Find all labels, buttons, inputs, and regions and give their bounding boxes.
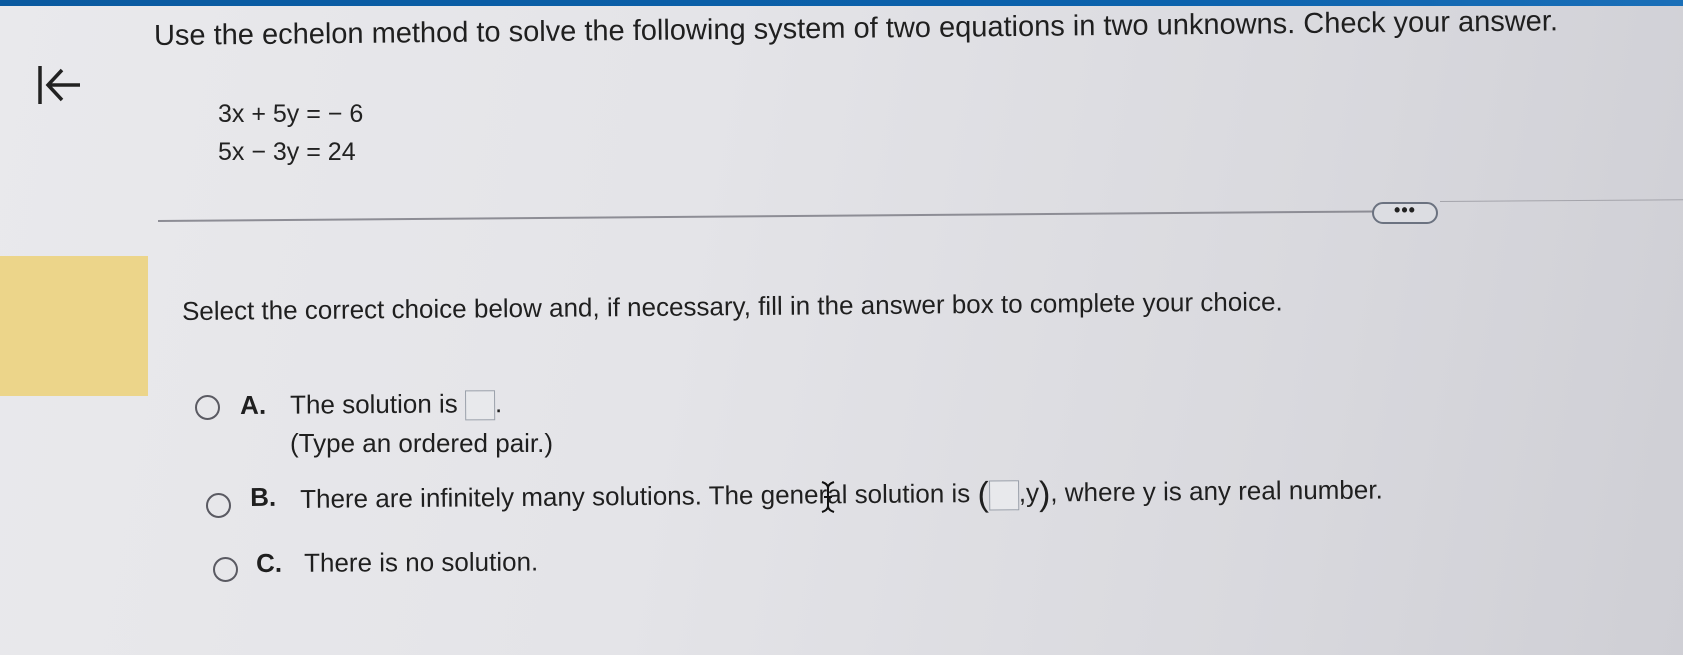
- choice-b-paren-open: (: [977, 475, 989, 514]
- choice-b-text: There are infinitely many solutions. The…: [300, 472, 1383, 520]
- divider: [157, 210, 1375, 222]
- top-bar: [0, 0, 1683, 6]
- choice-a-answer-box[interactable]: [464, 390, 496, 421]
- choice-c-letter: C.: [256, 547, 283, 578]
- more-options-button[interactable]: •••: [1372, 201, 1438, 224]
- equation-1: 3x + 5y = − 6: [218, 100, 364, 128]
- choice-a-hint: (Type an ordered pair.): [290, 428, 554, 458]
- instruction-text: Select the correct choice below and, if …: [181, 286, 1283, 326]
- equation-system: 3x + 5y = − 6 5x − 3y = 24: [218, 95, 363, 171]
- choice-b-y: ,y: [1018, 477, 1040, 508]
- choice-b-letter: B.: [250, 481, 277, 512]
- choice-b-radio[interactable]: [206, 493, 231, 518]
- choice-b-answer-box[interactable]: [988, 479, 1019, 511]
- choice-a-radio[interactable]: [195, 395, 220, 420]
- choice-b-paren-close: ): [1038, 475, 1051, 514]
- choice-a-text: The solution is .: [290, 388, 502, 422]
- equation-2: 5x − 3y = 24: [218, 138, 356, 166]
- text-cursor-icon: [821, 481, 835, 513]
- question-highlight: [0, 256, 148, 396]
- choice-b-label: There are infinitely many solutions. The…: [300, 478, 971, 514]
- question-text: Use the echelon method to solve the foll…: [153, 5, 1559, 52]
- choice-a-letter: A.: [240, 389, 267, 420]
- divider-right: [1439, 199, 1683, 202]
- back-to-start-icon[interactable]: [34, 60, 84, 110]
- choice-a-period: .: [494, 388, 503, 419]
- choice-b-suffix: , where y is any real number.: [1050, 474, 1383, 508]
- choice-a-label: The solution is: [289, 388, 458, 420]
- choice-c-text: There is no solution.: [303, 546, 539, 578]
- choice-c-radio[interactable]: [213, 557, 238, 582]
